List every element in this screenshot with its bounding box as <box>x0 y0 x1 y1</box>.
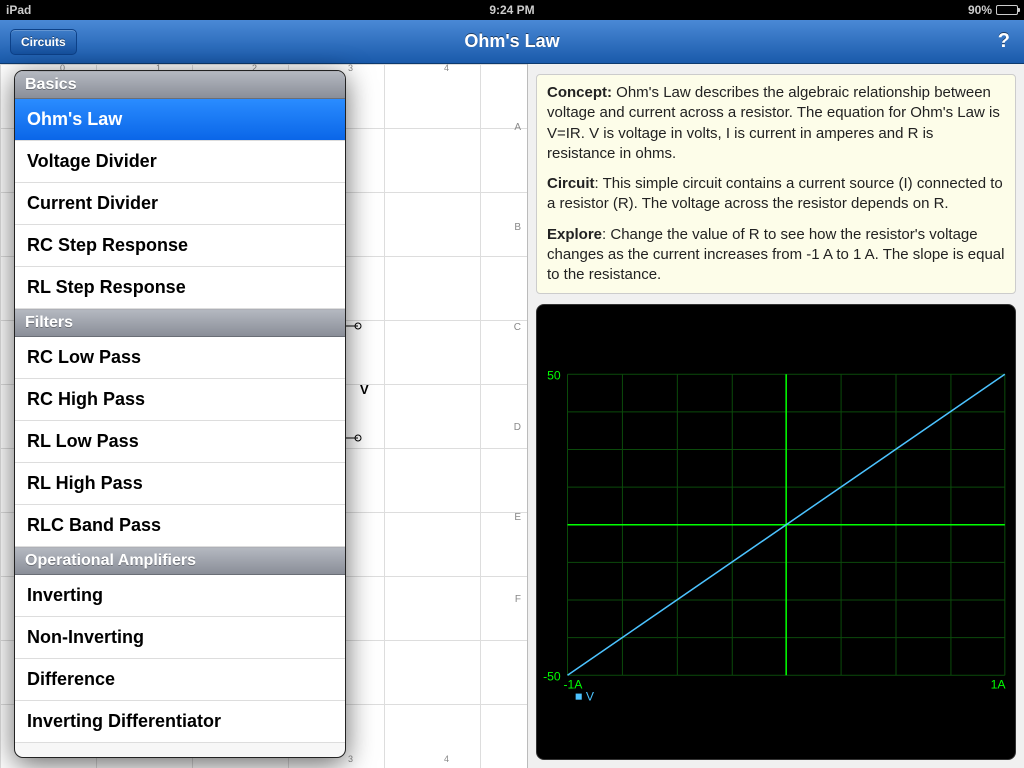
status-time: 9:24 PM <box>489 3 534 17</box>
list-item[interactable]: Voltage Divider <box>15 141 345 183</box>
list-item[interactable]: Difference <box>15 659 345 701</box>
section-header: Basics <box>15 71 345 99</box>
svg-text:-50: -50 <box>543 670 561 684</box>
back-button[interactable]: Circuits <box>10 29 77 55</box>
list-item[interactable]: RL Low Pass <box>15 421 345 463</box>
svg-text:-1A: -1A <box>563 678 583 692</box>
section-header: Operational Amplifiers <box>15 547 345 575</box>
list-item[interactable]: RLC Band Pass <box>15 505 345 547</box>
status-battery-text: 90% <box>968 3 992 17</box>
status-battery-group: 90% <box>968 3 1018 17</box>
circuits-list[interactable]: BasicsOhm's LawVoltage DividerCurrent Di… <box>15 71 345 743</box>
popover-arrow-icon <box>37 70 61 71</box>
section-header: Filters <box>15 309 345 337</box>
list-item[interactable]: RC Low Pass <box>15 337 345 379</box>
status-device: iPad <box>6 3 31 17</box>
battery-icon <box>996 5 1018 15</box>
svg-text:V: V <box>586 690 595 704</box>
info-box: Concept: Ohm's Law describes the algebra… <box>536 74 1016 294</box>
svg-text:50: 50 <box>547 369 561 383</box>
list-item[interactable]: RC High Pass <box>15 379 345 421</box>
help-button[interactable]: ? <box>998 30 1010 53</box>
nav-bar: Circuits Ohm's Law ? <box>0 20 1024 64</box>
detail-panel: Concept: Ohm's Law describes the algebra… <box>528 64 1024 768</box>
list-item[interactable]: RC Step Response <box>15 225 345 267</box>
list-item[interactable]: Inverting <box>15 575 345 617</box>
svg-text:1A: 1A <box>991 678 1007 692</box>
page-title: Ohm's Law <box>464 31 559 52</box>
circuits-popover: BasicsOhm's LawVoltage DividerCurrent Di… <box>14 70 346 758</box>
list-item[interactable]: Non-Inverting <box>15 617 345 659</box>
list-item[interactable]: Current Divider <box>15 183 345 225</box>
list-item[interactable]: Ohm's Law <box>15 99 345 141</box>
list-item[interactable]: RL Step Response <box>15 267 345 309</box>
oscilloscope-plot[interactable]: 50 -50 -1A 1A V <box>536 304 1016 760</box>
list-item[interactable]: RL High Pass <box>15 463 345 505</box>
list-item[interactable]: Inverting Differentiator <box>15 701 345 743</box>
status-bar: iPad 9:24 PM 90% <box>0 0 1024 20</box>
plot-svg: 50 -50 -1A 1A V <box>537 305 1015 759</box>
